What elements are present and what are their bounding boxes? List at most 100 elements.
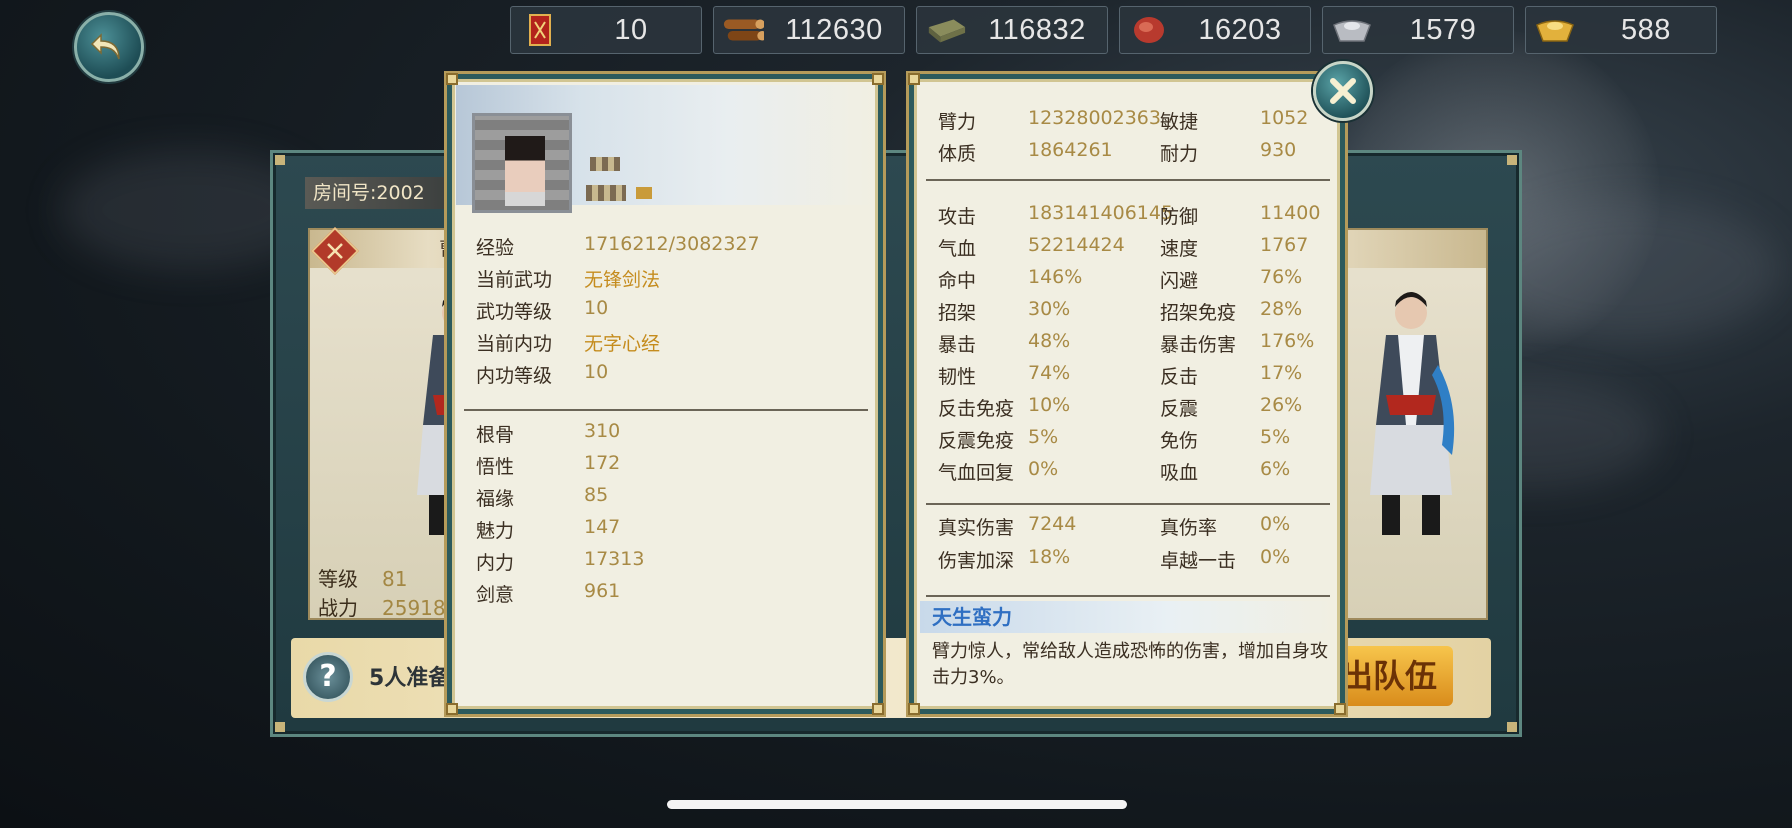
stat-label: 气血 (938, 238, 977, 260)
stat-label: 暴击伤害 (1160, 334, 1237, 356)
character-info-panel: 经验 1716212/3082327 当前武功 无锋剑法 武功等级 10 当前内功 无字心经内… (446, 73, 884, 715)
help-button[interactable]: ? (303, 652, 353, 702)
stat-value: 18% (1028, 546, 1071, 568)
pixelated-name (590, 157, 620, 171)
stat-value: 85 (584, 484, 609, 506)
stat-label: 闪避 (1160, 270, 1199, 292)
stat-label: 当前内功 (476, 333, 553, 355)
cloud-decoration (1480, 200, 1780, 340)
stat-value: 无字心经 (584, 333, 661, 355)
stat-label: 剑意 (476, 584, 515, 606)
stat-value: 1052 (1260, 107, 1309, 129)
stat-label: 暴击 (938, 334, 977, 356)
stat-label: 气血回复 (938, 462, 1015, 484)
stat-label: 真实伤害 (938, 517, 1015, 539)
talent-title: 天生蛮力 (920, 601, 1334, 633)
stat-label: 反击 (1160, 366, 1199, 388)
section-divider (926, 179, 1330, 181)
stat-label: 臂力 (938, 111, 977, 133)
section-divider (464, 409, 868, 411)
back-button[interactable] (74, 12, 144, 82)
gold-ingot-icon (1534, 12, 1576, 48)
stat-value: 6% (1260, 458, 1291, 480)
stat-value: 1767 (1260, 234, 1309, 256)
stat-label: 悟性 (476, 456, 515, 478)
stat-label: 吸血 (1160, 462, 1199, 484)
stat-label: 真伤率 (1160, 517, 1218, 539)
stat-value: 无锋剑法 (584, 269, 661, 291)
resource-value: 10 (614, 13, 648, 46)
stat-value: 0% (1260, 513, 1291, 535)
stat-value: 10 (584, 361, 609, 383)
resource-token: 10 (510, 6, 702, 54)
resource-gold: 588 (1525, 6, 1717, 54)
stat-value: 5% (1028, 426, 1059, 448)
silver-ingot-icon (1331, 12, 1373, 48)
resource-value: 588 (1621, 13, 1671, 46)
stat-value: 52214424 (1028, 234, 1125, 256)
close-icon (1330, 78, 1356, 104)
stat-label: 伤害加深 (938, 550, 1015, 572)
stat-value: 30% (1028, 298, 1071, 320)
wood-logs-icon (722, 12, 764, 48)
stat-value: 10 (584, 297, 609, 319)
stat-value: 183141406145 (1028, 202, 1174, 224)
room-number-label: 房间号:2002 (305, 177, 455, 209)
stat-label: 经验 (476, 237, 515, 259)
stat-value: 28% (1260, 298, 1303, 320)
meat-icon (1128, 12, 1170, 48)
section-divider (926, 503, 1330, 505)
stat-value: 11400 (1260, 202, 1321, 224)
member-power: 战力 25918 (318, 596, 446, 620)
stat-label: 反震 (1160, 398, 1199, 420)
stat-label: 魅力 (476, 520, 515, 542)
stat-label: 反震免疫 (938, 430, 1015, 452)
resource-silver: 1579 (1322, 6, 1514, 54)
section-divider (926, 595, 1330, 597)
stat-label: 招架免疫 (1160, 302, 1237, 324)
stat-value: 26% (1260, 394, 1303, 416)
stat-value: 17313 (584, 548, 645, 570)
pixelated-title (586, 185, 626, 201)
stat-label: 体质 (938, 143, 977, 165)
stat-label: 命中 (938, 270, 977, 292)
attribute-detail-panel: 臂力 12328002363 敏捷 1052 体质 1864261 耐力 930 攻击 1831… (908, 73, 1346, 715)
stat-label: 内力 (476, 552, 515, 574)
ready-count-text: 5人准备 (369, 666, 451, 691)
stat-value: 10% (1028, 394, 1071, 416)
resource-value: 112630 (785, 13, 883, 46)
stat-value: 48% (1028, 330, 1071, 352)
stat-value: 17% (1260, 362, 1303, 384)
stat-label: 当前武功 (476, 269, 553, 291)
stat-label: 敏捷 (1160, 111, 1199, 133)
back-arrow-icon (90, 33, 120, 60)
stat-label: 免伤 (1160, 430, 1199, 452)
home-indicator (667, 800, 1127, 809)
stat-value: 0% (1028, 458, 1059, 480)
stat-label: 攻击 (938, 206, 977, 228)
stat-label: 速度 (1160, 238, 1199, 260)
close-button[interactable] (1313, 61, 1373, 121)
stat-label: 耐力 (1160, 143, 1199, 165)
resource-value: 1579 (1409, 13, 1477, 46)
stat-value: 0% (1260, 546, 1291, 568)
stat-value: 74% (1028, 362, 1071, 384)
stat-value: 7244 (1028, 513, 1077, 535)
stat-value: 961 (584, 580, 621, 602)
stat-value: 1864261 (1028, 139, 1113, 161)
member-level: 等级 81 (318, 567, 408, 591)
stat-value: 76% (1260, 266, 1303, 288)
resource-value: 116832 (988, 13, 1086, 46)
stat-label: 根骨 (476, 424, 515, 446)
character-portrait (472, 113, 572, 213)
stat-value: 172 (584, 452, 621, 474)
stat-label: 反击免疫 (938, 398, 1015, 420)
stat-value: 176% (1260, 330, 1315, 352)
stat-value: 147 (584, 516, 621, 538)
token-scroll-icon (519, 12, 561, 48)
stat-label: 武功等级 (476, 301, 553, 323)
pixelated-badge (636, 187, 652, 199)
stat-label: 招架 (938, 302, 977, 324)
stat-label: 卓越一击 (1160, 550, 1237, 572)
character-figure (1370, 292, 1455, 535)
